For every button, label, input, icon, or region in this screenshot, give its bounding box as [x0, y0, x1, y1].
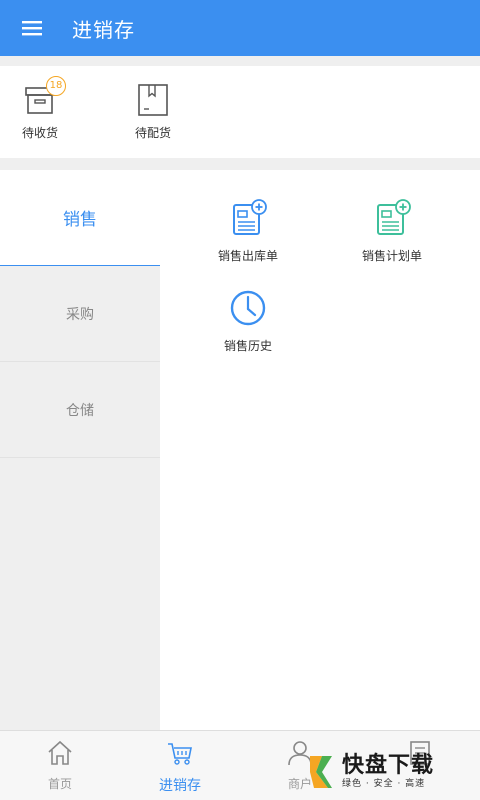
page-title: 进销存: [72, 17, 135, 42]
sidebar-item-purchase[interactable]: 采购: [0, 266, 160, 362]
count-badge: 18: [46, 76, 66, 96]
watermark: 快盘下载 绿色 · 安全 · 高速: [306, 744, 480, 800]
app-header: 进销存: [0, 0, 480, 56]
sales-action-label: 销售出库单: [217, 249, 278, 263]
clock-icon: [230, 290, 266, 326]
sales-history-button[interactable]: 销售历史: [168, 288, 328, 354]
sales-outbound-order-button[interactable]: 销售出库单: [168, 198, 328, 264]
pending-distribution-button[interactable]: 待配货: [113, 80, 193, 141]
quick-action-label: 待收货: [21, 126, 58, 140]
tab-inventory[interactable]: 进销存: [120, 731, 240, 800]
watermark-tagline: 绿色 · 安全 · 高速: [342, 779, 426, 789]
sales-action-label: 销售计划单: [361, 249, 422, 263]
tab-label: 首页: [47, 777, 72, 791]
tab-home[interactable]: 首页: [0, 731, 120, 800]
watermark-brand: 快盘下载: [342, 753, 435, 778]
package-icon: [138, 84, 168, 116]
sidebar-item-sales[interactable]: 销售: [0, 170, 160, 266]
watermark-logo-icon: [310, 756, 332, 788]
document-add-icon: [233, 199, 267, 235]
document-add-icon: [377, 199, 411, 235]
sidebar-item-warehouse[interactable]: 仓储: [0, 362, 160, 458]
hamburger-icon: [22, 21, 42, 36]
cart-icon: [168, 743, 192, 765]
sales-action-label: 销售历史: [223, 339, 272, 353]
category-sidebar: 销售 采购 仓储: [0, 170, 160, 730]
home-icon: [48, 740, 72, 765]
sales-panel: 销售出库单 销售计划单 销售历史: [160, 170, 480, 730]
menu-button[interactable]: [0, 0, 64, 56]
pending-receipt-button[interactable]: 18 待收货: [0, 76, 80, 141]
tab-label: 进销存: [159, 778, 201, 794]
quick-actions: 18 待收货 待配货: [0, 66, 480, 158]
sales-plan-order-button[interactable]: 销售计划单: [312, 198, 472, 264]
quick-action-label: 待配货: [134, 126, 171, 140]
